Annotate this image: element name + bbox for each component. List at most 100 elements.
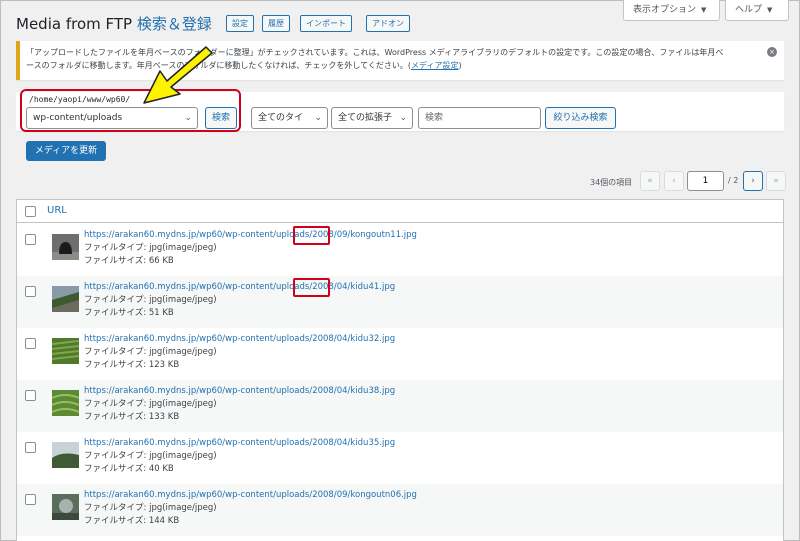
- select-all-checkbox[interactable]: [25, 206, 36, 217]
- chevron-down-icon: ⌄: [314, 113, 322, 123]
- thumbnail-image: [52, 286, 79, 312]
- media-settings-link[interactable]: メディア設定: [411, 61, 458, 70]
- file-url-link[interactable]: https://arakan60.mydns.jp/wp60/wp-conten…: [84, 281, 395, 294]
- table-row: https://arakan60.mydns.jp/wp60/wp-conten…: [17, 432, 783, 484]
- row-details: https://arakan60.mydns.jp/wp60/wp-conten…: [84, 229, 417, 268]
- table-row: https://arakan60.mydns.jp/wp60/wp-conten…: [17, 484, 783, 536]
- extension-select[interactable]: 全ての拡張子 ⌄: [331, 107, 413, 129]
- file-type-label: ファイルタイプ:: [84, 243, 147, 253]
- dismiss-icon[interactable]: ×: [767, 47, 777, 57]
- chevron-down-icon: ▼: [767, 6, 773, 14]
- last-page-button: »: [766, 171, 786, 191]
- file-size-label: ファイルサイズ:: [84, 360, 147, 370]
- file-type-value: jpg(image/jpeg): [149, 399, 217, 409]
- screen-options-label: 表示オプション: [633, 5, 697, 15]
- file-type-select[interactable]: 全てのタイ ⌄: [251, 107, 328, 129]
- plugin-title: Media from FTP: [16, 15, 133, 33]
- table-row: https://arakan60.mydns.jp/wp60/wp-conten…: [17, 380, 783, 432]
- thumbnail-image: [52, 442, 79, 468]
- settings-notice: 「アップロードしたファイルを年月ベースのフォルダーに整理」がチェックされています…: [16, 41, 784, 80]
- file-type-label: ファイルタイプ:: [84, 295, 147, 305]
- prev-page-button: ‹: [664, 171, 684, 191]
- file-type-value: jpg(image/jpeg): [149, 347, 217, 357]
- extension-select-value: 全ての拡張子: [338, 113, 393, 123]
- file-type: ファイルタイプ: jpg(image/jpeg): [84, 398, 395, 411]
- table-row: https://arakan60.mydns.jp/wp60/wp-conten…: [17, 224, 783, 276]
- filter-search-button[interactable]: 絞り込み検索: [545, 107, 616, 129]
- notice-text-end: ): [458, 61, 462, 70]
- file-type-label: ファイルタイプ:: [84, 503, 147, 513]
- row-details: https://arakan60.mydns.jp/wp60/wp-conten…: [84, 281, 395, 320]
- row-checkbox[interactable]: [25, 390, 36, 401]
- thumbnail-image: [52, 234, 79, 260]
- addons-button[interactable]: アドオン: [366, 15, 410, 32]
- thumbnail-image: [52, 494, 79, 520]
- page-title: Media from FTP 検索＆登録: [16, 13, 212, 34]
- thumbnail-image: [52, 338, 79, 364]
- row-checkbox[interactable]: [25, 286, 36, 297]
- file-type: ファイルタイプ: jpg(image/jpeg): [84, 242, 417, 255]
- file-type-label: ファイルタイプ:: [84, 451, 147, 461]
- file-type-value: jpg(image/jpeg): [149, 503, 217, 513]
- notice-text: ースのフォルダに移動します。年月ベースのフォルダに移動したくなければ、チェックを…: [26, 61, 412, 70]
- screen-options-button[interactable]: 表示オプション ▼: [623, 0, 720, 21]
- file-size-value: 133 KB: [148, 412, 180, 422]
- history-button[interactable]: 履歴: [262, 15, 290, 32]
- current-page-input[interactable]: [687, 171, 724, 191]
- import-button[interactable]: インポート: [300, 15, 352, 32]
- file-size-label: ファイルサイズ:: [84, 308, 147, 318]
- first-page-button: «: [640, 171, 660, 191]
- file-url-link[interactable]: https://arakan60.mydns.jp/wp60/wp-conten…: [84, 229, 417, 242]
- row-details: https://arakan60.mydns.jp/wp60/wp-conten…: [84, 489, 417, 528]
- file-size: ファイルサイズ: 144 KB: [84, 515, 417, 528]
- row-checkbox[interactable]: [25, 234, 36, 245]
- file-size-value: 40 KB: [148, 464, 174, 474]
- page-subtitle: 検索＆登録: [136, 15, 212, 33]
- file-size: ファイルサイズ: 133 KB: [84, 411, 395, 424]
- file-type: ファイルタイプ: jpg(image/jpeg): [84, 502, 417, 515]
- settings-button[interactable]: 設定: [226, 15, 254, 32]
- file-type-value: jpg(image/jpeg): [149, 243, 217, 253]
- file-url-link[interactable]: https://arakan60.mydns.jp/wp60/wp-conten…: [84, 385, 395, 398]
- media-table: URL https://arakan60.mydns.jp/wp60/wp-co…: [16, 199, 784, 541]
- next-page-button[interactable]: ›: [743, 171, 763, 191]
- file-type-select-value: 全てのタイ: [258, 113, 304, 123]
- yellow-arrow-icon: [143, 46, 213, 104]
- file-size: ファイルサイズ: 66 KB: [84, 255, 417, 268]
- file-type-label: ファイルタイプ:: [84, 399, 147, 409]
- search-input[interactable]: [418, 107, 541, 129]
- file-size-label: ファイルサイズ:: [84, 412, 147, 422]
- row-checkbox[interactable]: [25, 338, 36, 349]
- file-size-label: ファイルサイズ:: [84, 256, 147, 266]
- file-size-value: 123 KB: [148, 360, 180, 370]
- update-media-button[interactable]: メディアを更新: [26, 141, 106, 161]
- url-column-header[interactable]: URL: [47, 205, 67, 216]
- file-type: ファイルタイプ: jpg(image/jpeg): [84, 346, 395, 359]
- table-row: https://arakan60.mydns.jp/wp60/wp-conten…: [17, 328, 783, 380]
- file-url-link[interactable]: https://arakan60.mydns.jp/wp60/wp-conten…: [84, 437, 395, 450]
- file-size-value: 51 KB: [148, 308, 174, 318]
- file-size-label: ファイルサイズ:: [84, 516, 147, 526]
- help-button[interactable]: ヘルプ ▼: [725, 0, 789, 21]
- file-size: ファイルサイズ: 123 KB: [84, 359, 395, 372]
- total-pages: / 2: [728, 176, 739, 185]
- file-type: ファイルタイプ: jpg(image/jpeg): [84, 450, 395, 463]
- file-size: ファイルサイズ: 51 KB: [84, 307, 395, 320]
- row-checkbox[interactable]: [25, 494, 36, 505]
- file-type-value: jpg(image/jpeg): [149, 295, 217, 305]
- file-size-label: ファイルサイズ:: [84, 464, 147, 474]
- row-checkbox[interactable]: [25, 442, 36, 453]
- highlight-box-folder-1: [293, 226, 330, 245]
- row-details: https://arakan60.mydns.jp/wp60/wp-conten…: [84, 385, 395, 424]
- row-details: https://arakan60.mydns.jp/wp60/wp-conten…: [84, 333, 395, 372]
- file-type-value: jpg(image/jpeg): [149, 451, 217, 461]
- chevron-down-icon: ▼: [701, 6, 707, 14]
- table-row: https://arakan60.mydns.jp/wp60/wp-conten…: [17, 276, 783, 328]
- help-label: ヘルプ: [735, 5, 763, 15]
- file-size: ファイルサイズ: 40 KB: [84, 463, 395, 476]
- file-url-link[interactable]: https://arakan60.mydns.jp/wp60/wp-conten…: [84, 333, 395, 346]
- file-size-value: 144 KB: [148, 516, 180, 526]
- file-url-link[interactable]: https://arakan60.mydns.jp/wp60/wp-conten…: [84, 489, 417, 502]
- highlight-box-folder-2: [293, 278, 330, 297]
- file-type-label: ファイルタイプ:: [84, 347, 147, 357]
